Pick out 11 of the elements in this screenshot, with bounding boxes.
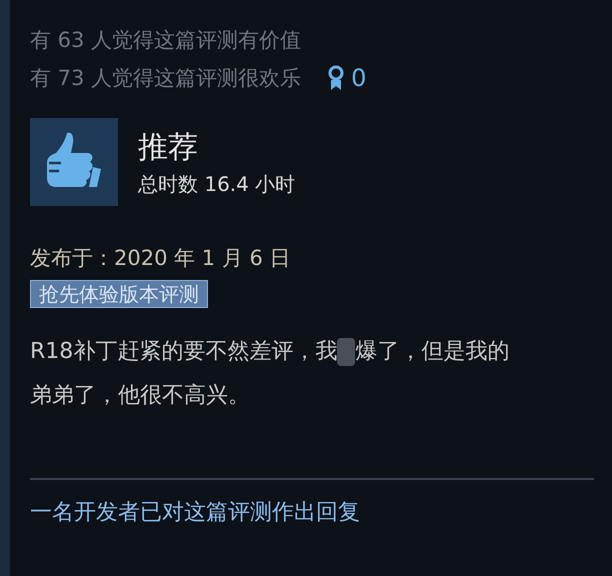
developer-reply-link[interactable]: 一名开发者已对这篇评测作出回复: [30, 498, 360, 528]
early-access-tag: 抢先体验版本评测: [30, 280, 208, 308]
review-text: R18补丁赶紧的要不然差评，我 爆了，但是我的弟弟了，他很不高兴。: [30, 336, 510, 410]
funny-count: 有 73 人觉得这篇评测很欢乐: [30, 65, 302, 92]
verdict-label: 推荐: [138, 130, 199, 166]
playtime: 总时数 16.4 小时: [138, 171, 296, 198]
helpful-count: 有 63 人觉得这篇评测有价值: [30, 27, 302, 54]
award-count: 0: [351, 63, 366, 94]
post-date: 发布于：2020 年 1 月 6 日: [30, 245, 292, 272]
thumbs-up-icon: [30, 118, 118, 206]
award-icon: [327, 65, 346, 91]
